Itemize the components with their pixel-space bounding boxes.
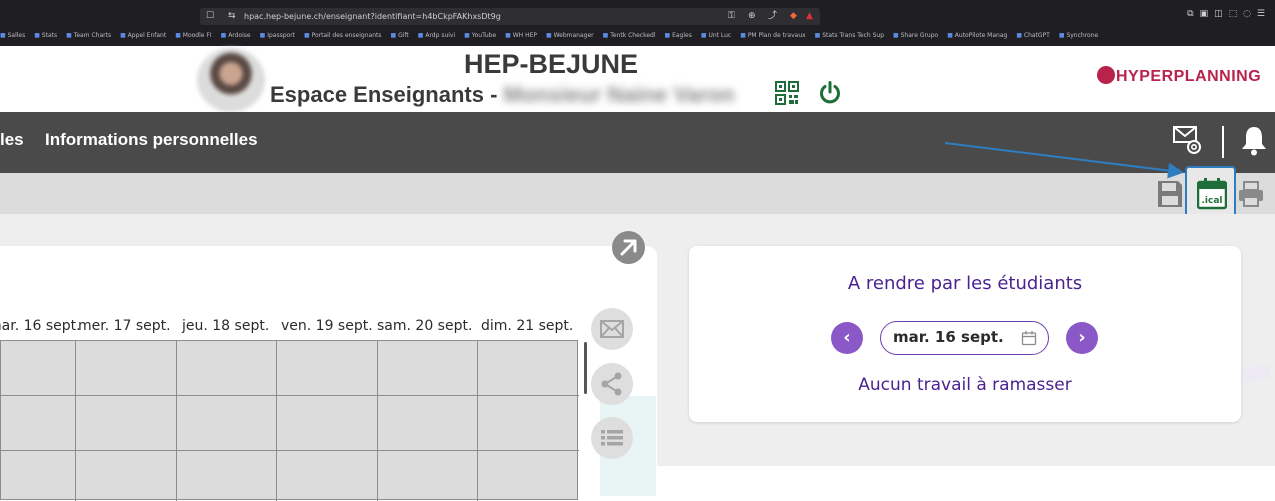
save-icon[interactable] — [1156, 179, 1184, 209]
print-icon[interactable] — [1237, 180, 1265, 208]
mail-at-icon[interactable] — [1172, 124, 1206, 158]
grid-line — [477, 341, 478, 501]
envelope-icon — [600, 320, 624, 338]
previous-date-button[interactable]: ‹ — [831, 322, 863, 354]
calendar-grid[interactable] — [0, 340, 579, 501]
brave-shield-icon[interactable]: ◆ — [790, 8, 797, 25]
page-header: HEP-BEJUNE Espace Enseignants - Monsieur… — [0, 46, 1275, 112]
power-icon[interactable] — [818, 81, 842, 105]
key-icon[interactable]: ⚿ — [728, 8, 735, 25]
grid-line — [276, 341, 277, 501]
bookmark-item[interactable]: Ipassport — [260, 32, 295, 39]
share-page-icon[interactable]: ⤴ — [768, 8, 777, 25]
hyperplanning-mark-icon — [1097, 66, 1115, 84]
day-label[interactable]: ven. 19 sept. — [281, 318, 373, 334]
bookmark-item[interactable]: PM Plan de travaux — [740, 32, 805, 39]
bookmark-item[interactable]: Share Grupo — [893, 32, 938, 39]
calendar-icon[interactable] — [1021, 330, 1037, 346]
nav-item-partial[interactable]: les — [0, 130, 24, 150]
main-content: mar. 16 sept. mer. 17 sept. jeu. 18 sept… — [0, 214, 1275, 501]
qr-code-icon[interactable] — [775, 81, 799, 105]
list-icon — [601, 430, 623, 446]
day-label[interactable]: mar. 16 sept. — [0, 318, 81, 334]
email-button[interactable] — [591, 308, 633, 350]
day-label[interactable]: dim. 21 sept. — [481, 318, 573, 334]
bookmark-item[interactable]: Stats — [34, 32, 57, 39]
chevron-left-icon: ‹ — [843, 327, 851, 348]
bookmark-item[interactable]: Unt Luc — [701, 32, 731, 39]
rendu-title: A rendre par les étudiants — [847, 273, 1083, 294]
day-label[interactable]: jeu. 18 sept. — [182, 318, 269, 334]
list-view-button[interactable] — [591, 417, 633, 459]
zoom-icon[interactable]: ⊕ — [748, 8, 756, 25]
bookmark-item[interactable]: AutoPilote Manag — [947, 32, 1007, 39]
nav-item-informations-personnelles[interactable]: Informations personnelles — [45, 130, 258, 150]
browser-chrome: ☐ ⇆ hpac.hep-bejune.ch/enseignant?identi… — [0, 0, 1275, 46]
date-picker[interactable]: mar. 16 sept. — [880, 321, 1049, 355]
grid-line — [377, 341, 378, 501]
bookmark-item[interactable]: YouTube — [464, 32, 496, 39]
share-button[interactable] — [591, 363, 633, 405]
site-info-icon[interactable]: ⇆ — [228, 8, 236, 25]
space-title: Espace Enseignants - Monsieur Naine Varo… — [270, 82, 735, 108]
bookmark-item[interactable]: WH HEP — [505, 32, 537, 39]
bookmark-icon[interactable]: ☐ — [206, 8, 214, 25]
main-navbar: les Informations personnelles — [0, 112, 1275, 173]
nav-divider — [1222, 126, 1224, 158]
bookmark-item[interactable]: Appel Enfant — [120, 32, 166, 39]
bookmark-item[interactable]: Gift — [391, 32, 409, 39]
calendar-scrollbar[interactable] — [584, 342, 587, 394]
avatar — [197, 48, 265, 112]
bookmark-item[interactable]: Ardp suivi — [418, 32, 455, 39]
ical-label: .ical — [1202, 196, 1223, 206]
space-prefix: Espace Enseignants - — [270, 82, 504, 107]
share-icon — [601, 372, 622, 396]
bell-icon[interactable] — [1240, 124, 1268, 156]
day-label[interactable]: sam. 20 sept. — [377, 318, 472, 334]
grid-line — [1, 395, 579, 396]
day-label[interactable]: mer. 17 sept. — [78, 318, 171, 334]
bookmark-item[interactable]: Ardoise — [221, 32, 251, 39]
grid-line — [1, 450, 579, 451]
calendar-panel: mar. 16 sept. mer. 17 sept. jeu. 18 sept… — [0, 246, 657, 501]
date-value: mar. 16 sept. — [893, 328, 1004, 346]
bookmark-item[interactable]: Moodle FI — [175, 32, 211, 39]
empty-state-text: Aucun travail à ramasser — [858, 375, 1072, 395]
bookmarks-bar: Salles Stats Team Charts Appel Enfant Moodle… — [0, 29, 1275, 43]
user-name: Monsieur Naine Varon — [503, 82, 735, 107]
bookmark-item[interactable]: ChatGPT — [1016, 32, 1050, 39]
bookmark-item[interactable]: Synchrone — [1059, 32, 1098, 39]
bookmark-item[interactable]: Portail des enseignants — [304, 32, 381, 39]
hyperplanning-logo: HYPERPLANNING — [1097, 66, 1261, 86]
arrow-up-right-icon — [620, 239, 637, 256]
address-bar[interactable]: ☐ ⇆ hpac.hep-bejune.ch/enseignant?identi… — [200, 8, 820, 25]
action-toolbar: .ical — [0, 166, 1275, 223]
url-text: hpac.hep-bejune.ch/enseignant?identifian… — [244, 12, 501, 21]
logo-text: HYPERPLANNING — [1116, 68, 1262, 85]
grid-line — [75, 341, 76, 501]
expand-calendar-button[interactable] — [612, 231, 645, 264]
next-date-button[interactable]: › — [1066, 322, 1098, 354]
bookmark-item[interactable]: Webmanager — [546, 32, 594, 39]
rendu-card: A rendre par les étudiants ‹ mar. 16 sep… — [689, 246, 1241, 422]
bookmark-item[interactable]: Salles — [0, 32, 25, 39]
browser-extension-icons[interactable]: ⧉▣◫⬚◌☰ — [1187, 9, 1271, 19]
bookmark-item[interactable]: Stats Trans Tech Sup — [815, 32, 884, 39]
school-name: HEP-BEJUNE — [464, 49, 639, 79]
chevron-right-icon: › — [1078, 327, 1086, 348]
bookmark-item[interactable]: Tentk Checkedl — [603, 32, 656, 39]
ical-calendar-icon: .ical — [1197, 178, 1227, 210]
grid-line — [176, 341, 177, 501]
bookmark-item[interactable]: Eagles — [665, 32, 692, 39]
brave-rewards-icon[interactable]: ▲ — [806, 8, 813, 25]
bookmark-item[interactable]: Team Charts — [66, 32, 111, 39]
